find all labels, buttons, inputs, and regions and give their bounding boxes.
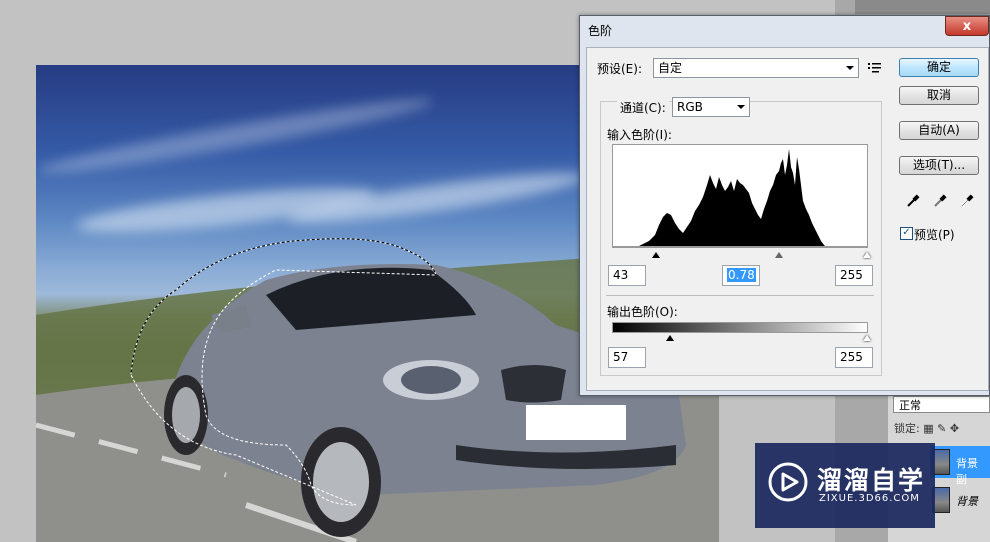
channel-label: 通道(C): <box>617 99 669 116</box>
preview-checkbox[interactable]: ✓ <box>900 227 913 240</box>
preview-label: 预览(P) <box>914 228 955 242</box>
histogram <box>612 144 868 247</box>
layer-name: 背景 <box>956 495 978 508</box>
layer-row[interactable]: 背景 副 <box>930 446 990 486</box>
blend-mode-select[interactable]: 正常 <box>893 396 990 413</box>
white-eyedropper-icon[interactable] <box>960 194 974 208</box>
play-logo-icon <box>768 462 808 502</box>
gray-eyedropper-icon[interactable] <box>933 194 947 208</box>
watermark-subtitle: ZIXUE.3D66.COM <box>819 493 920 504</box>
histogram-shape <box>639 149 825 246</box>
watermark: 溜溜自学 ZIXUE.3D66.COM <box>755 443 935 528</box>
input-black-value: 43 <box>613 268 629 282</box>
lock-row: 锁定: ▦ ✎ ✥ <box>894 420 959 436</box>
output-black-value: 57 <box>613 350 629 364</box>
lock-label: 锁定: <box>894 422 920 435</box>
output-white-field[interactable]: 255 <box>835 347 873 368</box>
input-slider-track <box>612 247 868 248</box>
preset-label: 预设(E): <box>597 62 642 76</box>
input-gamma-slider[interactable] <box>775 252 783 258</box>
lock-paint-icon[interactable]: ✎ <box>937 422 946 435</box>
layer-row[interactable]: 背景 <box>930 484 990 516</box>
channel-select[interactable]: RGB <box>672 97 750 117</box>
lock-move-icon[interactable]: ✥ <box>950 422 959 435</box>
black-eyedropper-icon[interactable] <box>906 194 920 208</box>
input-levels-label: 输入色阶(I): <box>607 128 672 142</box>
histogram-menu-icon[interactable] <box>868 62 882 74</box>
ok-button[interactable]: 确定 <box>899 58 979 77</box>
input-gamma-field[interactable]: 0.78 <box>722 265 760 286</box>
preset-value: 自定 <box>658 61 683 75</box>
close-button[interactable]: x <box>945 16 989 36</box>
dialog-title: 色阶 <box>588 24 613 38</box>
layer-name: 背景 副 <box>956 457 978 486</box>
input-black-slider[interactable] <box>652 252 660 258</box>
auto-button[interactable]: 自动(A) <box>899 121 979 140</box>
output-black-field[interactable]: 57 <box>608 347 646 368</box>
chevron-down-icon <box>846 66 854 70</box>
levels-dialog: 色阶 x 预设(E): 自定 通道(C): RGB 输入色阶(I): 43 0.… <box>579 15 990 396</box>
input-black-field[interactable]: 43 <box>608 265 646 286</box>
blend-mode-value: 正常 <box>899 399 921 412</box>
input-white-field[interactable]: 255 <box>835 265 873 286</box>
cancel-button[interactable]: 取消 <box>899 86 979 105</box>
divider <box>606 295 874 296</box>
channel-value: RGB <box>677 100 703 114</box>
output-white-value: 255 <box>840 350 863 364</box>
lock-transparency-icon[interactable]: ▦ <box>923 422 933 435</box>
output-gradient <box>612 322 868 333</box>
input-white-slider[interactable] <box>863 252 871 258</box>
chevron-down-icon <box>737 105 745 109</box>
input-white-value: 255 <box>840 268 863 282</box>
watermark-title: 溜溜自学 <box>817 466 926 495</box>
output-white-slider[interactable] <box>863 335 871 341</box>
input-gamma-value: 0.78 <box>727 268 756 282</box>
panel-top-strip <box>855 0 990 14</box>
output-levels-label: 输出色阶(O): <box>607 305 678 319</box>
options-button[interactable]: 选项(T)... <box>899 156 979 175</box>
output-black-slider[interactable] <box>666 335 674 341</box>
preset-select[interactable]: 自定 <box>653 58 859 78</box>
